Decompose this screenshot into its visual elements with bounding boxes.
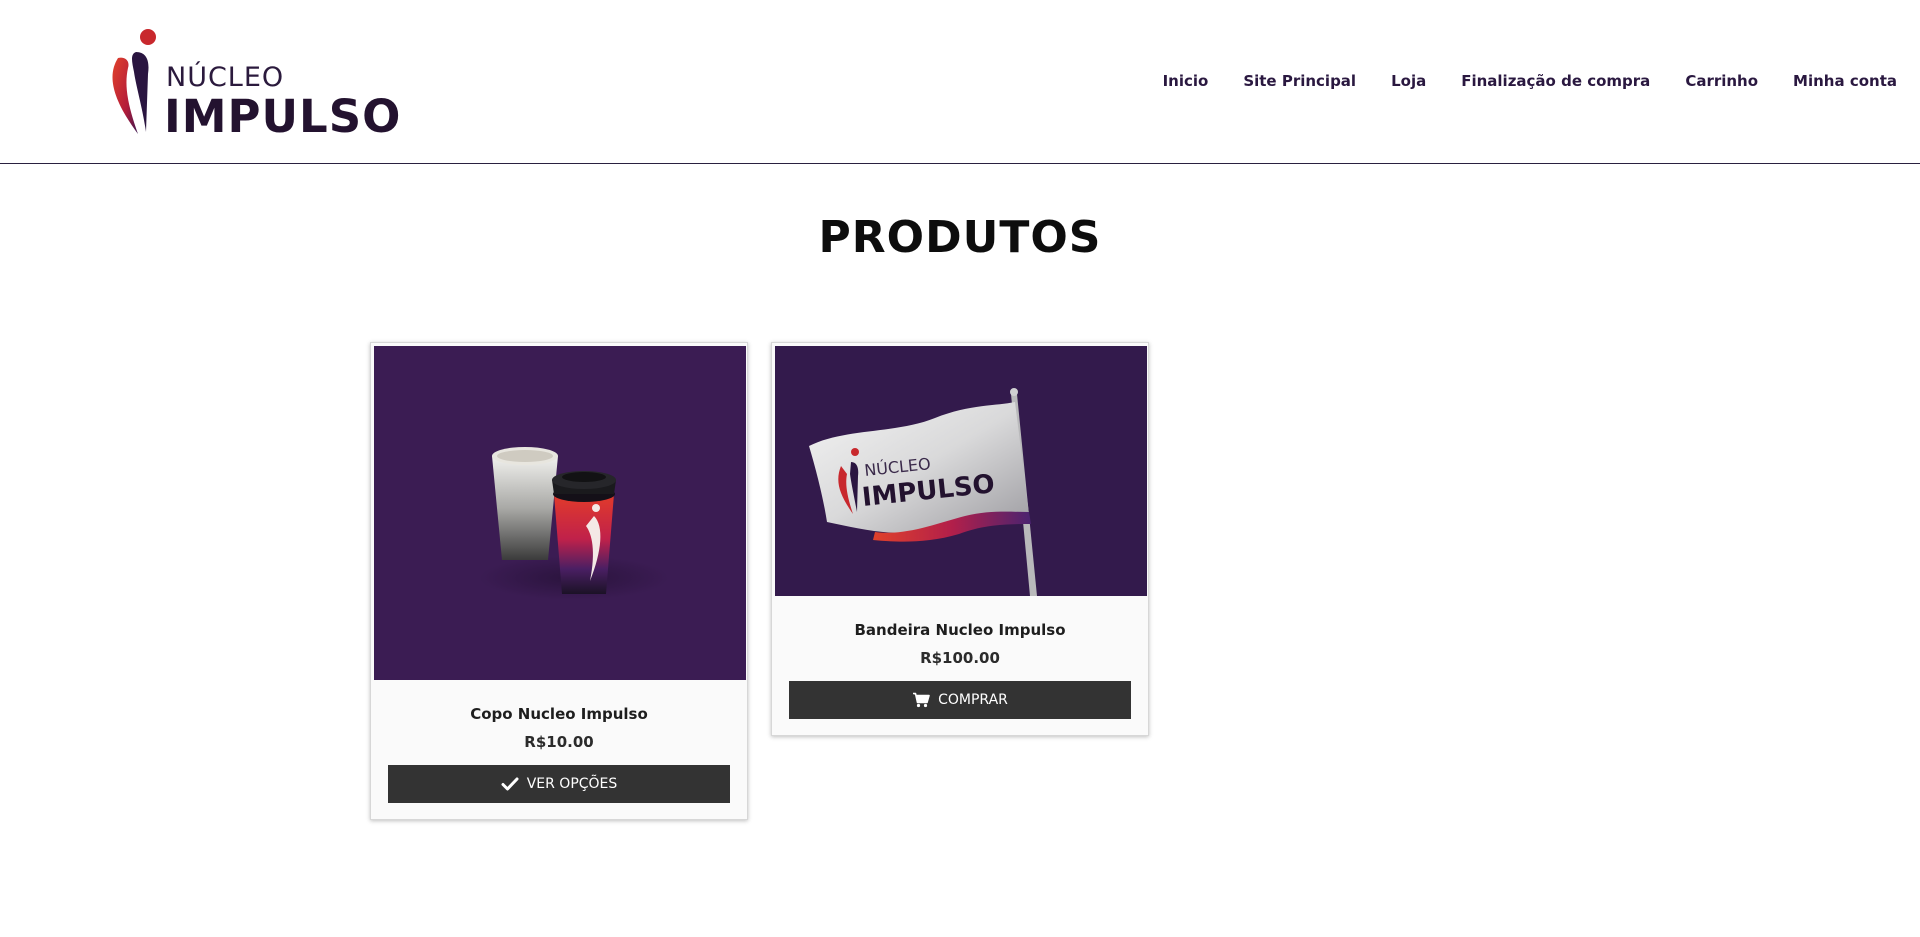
product-card: Copo Nucleo Impulso R$10.00 VER OPÇÕES	[370, 342, 748, 820]
main-navigation: Inicio Site Principal Loja Finalização d…	[1128, 70, 1897, 92]
page-title: PRODUTOS	[818, 212, 1102, 263]
nav-carrinho[interactable]: Carrinho	[1685, 70, 1758, 92]
product-price: R$100.00	[920, 649, 1000, 667]
button-label: VER OPÇÕES	[526, 776, 618, 792]
nav-minha-conta[interactable]: Minha conta	[1793, 70, 1897, 92]
product-card: NÚCLEO IMPULSO Bandeira Nucleo Impulso R…	[771, 342, 1149, 736]
nav-site-principal[interactable]: Site Principal	[1243, 70, 1356, 92]
flag-image: NÚCLEO IMPULSO	[809, 388, 1037, 596]
logo-mark-icon	[112, 29, 156, 134]
logo-text-nucleo: NÚCLEO	[166, 62, 285, 93]
site-logo[interactable]: NÚCLEO IMPULSO	[106, 26, 400, 139]
nav-inicio[interactable]: Inicio	[1163, 70, 1209, 92]
view-options-button[interactable]: VER OPÇÕES	[388, 765, 730, 803]
button-label: COMPRAR	[938, 692, 1008, 708]
buy-button[interactable]: COMPRAR	[789, 681, 1131, 719]
site-header: NÚCLEO IMPULSO Inicio Site Principal Loj…	[0, 0, 1920, 164]
product-image-cups[interactable]	[374, 346, 746, 680]
product-name[interactable]: Copo Nucleo Impulso	[374, 705, 744, 723]
nav-loja[interactable]: Loja	[1391, 70, 1426, 92]
logo-text-impulso: IMPULSO	[164, 90, 402, 143]
nav-finalizacao[interactable]: Finalização de compra	[1461, 70, 1650, 92]
product-price: R$10.00	[524, 733, 594, 751]
product-image-flag[interactable]: NÚCLEO IMPULSO	[775, 346, 1147, 596]
cups-image	[479, 447, 669, 600]
check-icon	[501, 777, 519, 791]
cart-icon	[913, 692, 930, 708]
product-name[interactable]: Bandeira Nucleo Impulso	[775, 621, 1145, 639]
